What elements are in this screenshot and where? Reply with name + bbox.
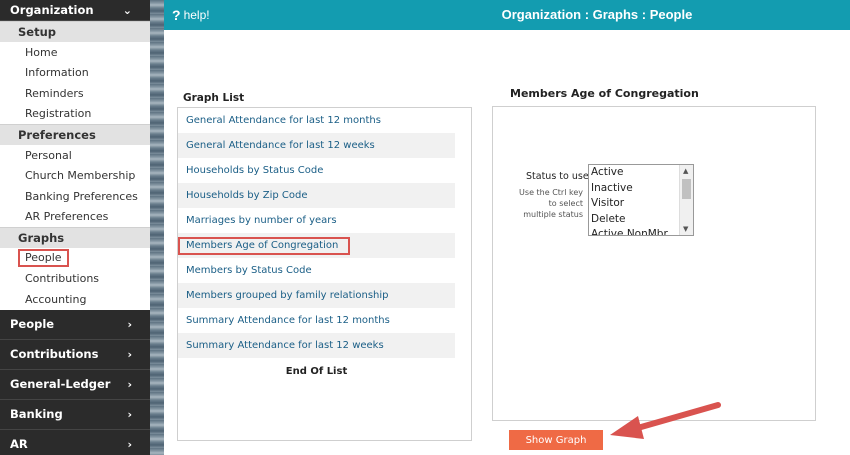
list-item-label: Marriages by number of years <box>186 215 337 226</box>
list-item-label: Members Age of Congregation <box>178 236 351 255</box>
graph-list-title: Graph List <box>183 92 245 104</box>
sidebar-item-label: Reminders <box>25 86 84 100</box>
sidebar-item-label: Information <box>25 66 89 80</box>
scroll-up-icon[interactable]: ▲ <box>683 167 688 175</box>
list-item[interactable]: Members by Status Code <box>178 258 455 283</box>
status-help-line: to select <box>548 199 583 208</box>
list-item[interactable]: Summary Attendance for last 12 months <box>178 308 455 333</box>
chevron-down-icon: ⌄ <box>122 3 132 17</box>
list-item-label: General Attendance for last 12 months <box>186 115 381 126</box>
nav-people[interactable]: People › <box>0 309 150 340</box>
sidebar-item-registration[interactable]: Registration <box>0 103 150 124</box>
sidebar-item-reminders[interactable]: Reminders <box>0 83 150 104</box>
chevron-right-icon: › <box>127 377 132 391</box>
graph-title: Members Age of Congregation <box>510 87 699 100</box>
nav-label: Contributions <box>10 347 99 361</box>
list-item-label: Summary Attendance for last 12 weeks <box>186 340 384 351</box>
sidebar-item-label: Registration <box>25 107 92 121</box>
chevron-right-icon: › <box>127 407 132 421</box>
nav-label: People <box>10 317 55 331</box>
list-item-label: Households by Status Code <box>186 165 324 176</box>
annotation-arrow-icon <box>610 402 721 439</box>
nav-label: Banking <box>10 407 63 421</box>
section-setup: Setup <box>0 21 150 42</box>
sidebar-item-label: Personal <box>25 148 72 162</box>
sidebar-item-information[interactable]: Information <box>0 62 150 83</box>
chevron-right-icon: › <box>127 347 132 361</box>
list-item[interactable]: Households by Zip Code <box>178 183 455 208</box>
sidebar-item-label: Contributions <box>25 272 100 286</box>
graph-list: General Attendance for last 12 months Ge… <box>177 107 472 441</box>
status-option[interactable]: Visitor <box>589 196 679 212</box>
list-item-label: Households by Zip Code <box>186 190 308 201</box>
status-help-line: Use the Ctrl key <box>519 188 583 197</box>
sidebar-item-label: Home <box>25 45 58 59</box>
status-label: Status to use <box>526 171 589 182</box>
decorative-strip <box>150 0 164 455</box>
section-preferences: Preferences <box>0 124 150 145</box>
list-item-label: Members by Status Code <box>186 265 312 276</box>
nav-label: General-Ledger <box>10 377 111 391</box>
graph-panel <box>492 106 816 421</box>
list-item[interactable]: Households by Status Code <box>178 158 455 183</box>
list-item-label: General Attendance for last 12 weeks <box>186 140 375 151</box>
list-item-label: Summary Attendance for last 12 months <box>186 315 390 326</box>
chevron-right-icon: › <box>127 317 132 331</box>
nav-organization[interactable]: Organization ⌄ <box>0 0 150 21</box>
sidebar-item-church-membership[interactable]: Church Membership <box>0 165 150 186</box>
sidebar-item-label: Accounting <box>25 292 87 306</box>
scrollbar[interactable]: ▲ ▼ <box>679 165 693 235</box>
status-help: Use the Ctrl key to select multiple stat… <box>505 187 583 220</box>
sidebar-item-home[interactable]: Home <box>0 42 150 63</box>
sidebar-item-label: Banking Preferences <box>25 189 138 203</box>
sidebar: Organization ⌄ Setup Home Information Re… <box>0 0 150 455</box>
sidebar-item-contributions[interactable]: Contributions <box>0 268 150 289</box>
status-help-line: multiple status <box>523 210 583 219</box>
sidebar-item-banking-preferences[interactable]: Banking Preferences <box>0 186 150 207</box>
status-option[interactable]: Inactive <box>589 181 679 197</box>
scroll-thumb[interactable] <box>682 179 691 199</box>
nav-organization-label: Organization <box>10 3 94 17</box>
sidebar-item-ar-preferences[interactable]: AR Preferences <box>0 206 150 227</box>
list-item[interactable]: General Attendance for last 12 months <box>178 108 455 133</box>
nav-contributions[interactable]: Contributions › <box>0 339 150 370</box>
list-item[interactable]: Members grouped by family relationship <box>178 283 455 308</box>
sidebar-item-personal[interactable]: Personal <box>0 145 150 166</box>
status-multiselect[interactable]: Active Inactive Visitor Delete Active No… <box>588 164 694 236</box>
nav-ar[interactable]: AR › <box>0 429 150 455</box>
scroll-down-icon[interactable]: ▼ <box>683 225 688 233</box>
section-graphs: Graphs <box>0 227 150 248</box>
list-item[interactable]: Marriages by number of years <box>178 208 455 233</box>
list-item[interactable]: Summary Attendance for last 12 weeks <box>178 333 455 358</box>
list-item-label: Members grouped by family relationship <box>186 290 389 301</box>
chevron-right-icon: › <box>127 437 132 451</box>
sidebar-item-label: AR Preferences <box>25 210 109 224</box>
nav-banking[interactable]: Banking › <box>0 399 150 430</box>
status-option[interactable]: Active NonMbr <box>589 227 679 235</box>
sidebar-item-label: Church Membership <box>25 169 136 183</box>
page-header: ? help! Organization : Graphs : People <box>164 0 850 30</box>
status-option[interactable]: Active <box>589 165 679 181</box>
nav-general-ledger[interactable]: General-Ledger › <box>0 369 150 400</box>
show-graph-button[interactable]: Show Graph <box>509 430 603 450</box>
nav-label: AR <box>10 437 28 451</box>
sidebar-item-label: People <box>18 249 69 268</box>
sidebar-item-people[interactable]: People <box>0 248 150 269</box>
page-title: Organization : Graphs : People <box>501 7 693 22</box>
sidebar-item-accounting[interactable]: Accounting <box>0 289 150 310</box>
status-option[interactable]: Delete <box>589 212 679 228</box>
end-of-list: End Of List <box>285 366 348 377</box>
list-item[interactable]: General Attendance for last 12 weeks <box>178 133 455 158</box>
list-item-selected[interactable]: Members Age of Congregation <box>178 233 455 258</box>
